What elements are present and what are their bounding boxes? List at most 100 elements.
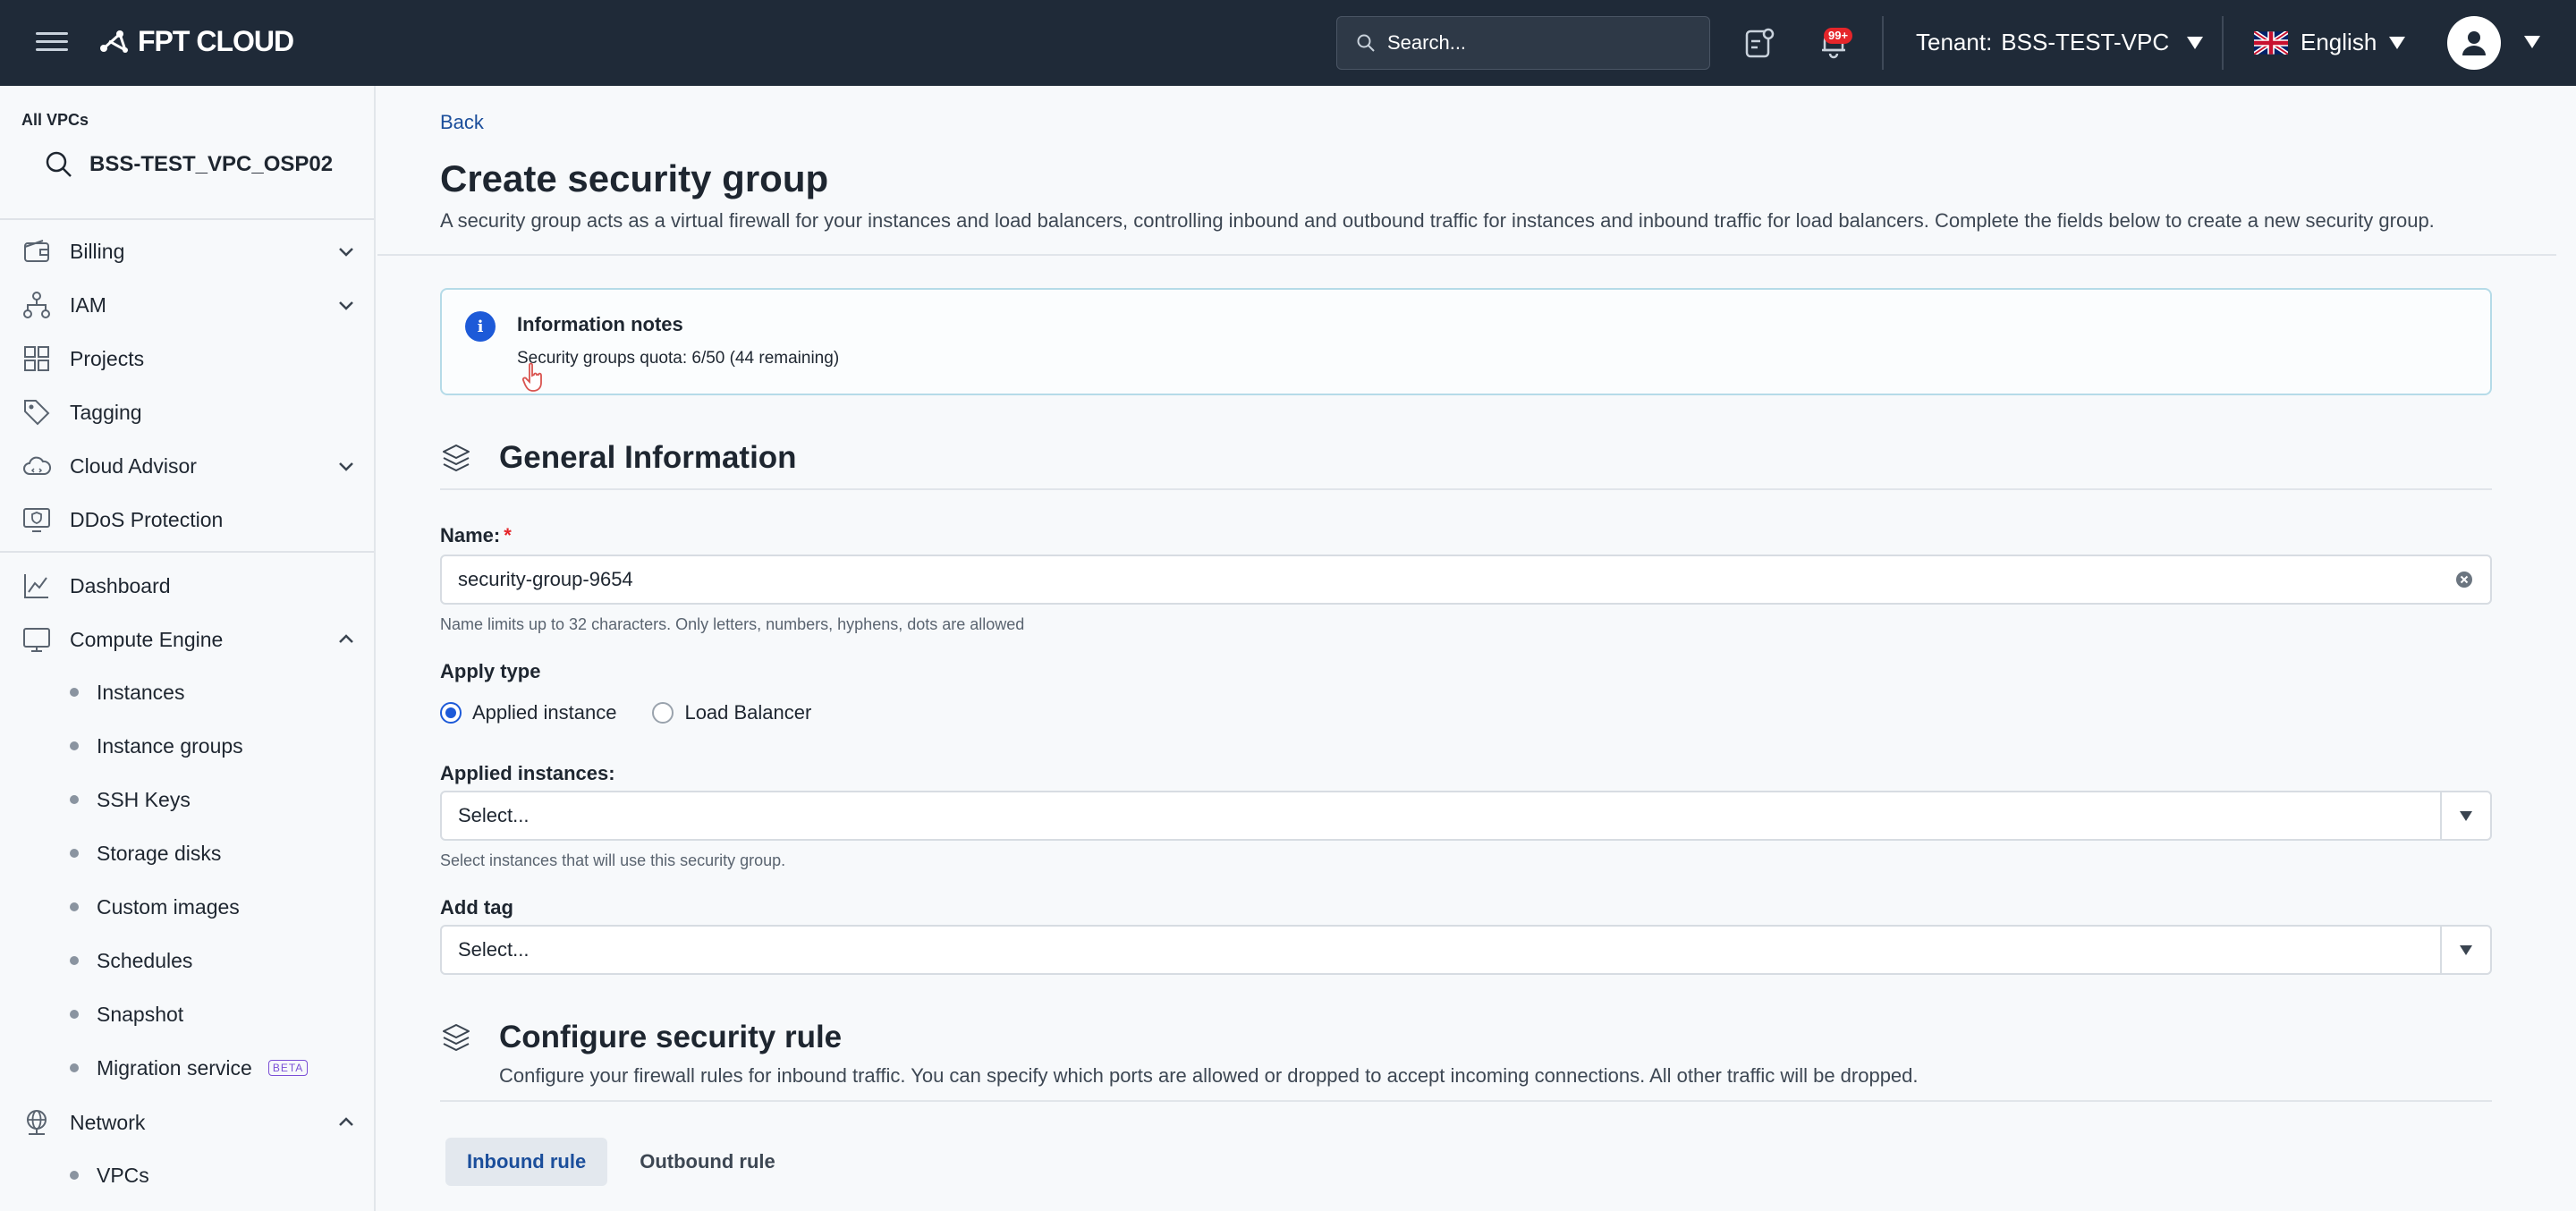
sidebar-subitem-migration-service[interactable]: Migration service BETA xyxy=(70,1048,309,1088)
dropdown-toggle[interactable] xyxy=(2440,792,2490,839)
sidebar-subitem-label: Custom images xyxy=(97,894,240,919)
radio-label: Load Balancer xyxy=(684,701,812,724)
applied-instances-hint: Select instances that will use this secu… xyxy=(440,851,786,869)
sidebar-item-network[interactable]: Network xyxy=(21,1100,356,1145)
notification-badge: 99+ xyxy=(1824,28,1853,44)
sidebar-item-dashboard[interactable]: Dashboard xyxy=(21,563,356,608)
sidebar-subitem-vpcs[interactable]: VPCs xyxy=(70,1156,149,1195)
vpc-name: BSS-TEST_VPC_OSP02 xyxy=(89,152,334,176)
sidebar-subitem-custom-images[interactable]: Custom images xyxy=(70,887,240,927)
sidebar-item-cloud-advisor[interactable]: Cloud Advisor xyxy=(21,444,356,488)
sidebar-item-billing[interactable]: Billing xyxy=(21,229,356,274)
quota-text: Security groups quota: 6/50 (44 remainin… xyxy=(517,349,840,368)
sidebar-item-ddos-protection[interactable]: DDoS Protection xyxy=(21,497,356,542)
grid-icon xyxy=(24,346,49,371)
sidebar-subitem-label: Snapshot xyxy=(97,1002,184,1026)
select-value: Select... xyxy=(458,804,530,826)
sidebar-subitem-label: Schedules xyxy=(97,948,193,972)
general-information-header: General Information xyxy=(440,440,797,476)
sidebar: All VPCs BSS-TEST_VPC_OSP02 Billing IAM … xyxy=(0,86,376,1211)
divider xyxy=(1882,16,1884,70)
bullet-dot xyxy=(70,688,79,697)
radio-button[interactable] xyxy=(652,702,674,724)
search-icon xyxy=(1357,34,1375,52)
sidebar-item-label: Billing xyxy=(70,239,125,263)
radio-button-selected[interactable] xyxy=(440,702,462,724)
info-title: Information notes xyxy=(517,313,683,335)
language-label: English xyxy=(2301,29,2377,55)
tenant-selector[interactable]: Tenant: BSS-TEST-VPC xyxy=(1916,29,2204,56)
sidebar-item-iam[interactable]: IAM xyxy=(21,283,356,327)
select-value: Select... xyxy=(458,938,530,961)
security-rule-description: Configure your firewall rules for inboun… xyxy=(499,1064,1919,1087)
wallet-icon xyxy=(24,240,49,262)
bullet-dot xyxy=(70,1171,79,1180)
information-notes-box: i Information notes Security groups quot… xyxy=(440,288,2492,395)
sidebar-subitem-schedules[interactable]: Schedules xyxy=(70,941,192,980)
tab-outbound-rule[interactable]: Outbound rule xyxy=(618,1138,797,1186)
language-selector[interactable]: English xyxy=(2254,29,2406,56)
sidebar-subitem-label: Instances xyxy=(97,680,185,704)
sidebar-item-label: Network xyxy=(70,1110,146,1134)
section-divider xyxy=(440,1100,2492,1102)
bullet-dot xyxy=(70,741,79,750)
sidebar-subitem-instance-groups[interactable]: Instance groups xyxy=(70,726,243,766)
clear-icon[interactable] xyxy=(2454,570,2474,589)
applied-instances-select[interactable]: Select... xyxy=(440,791,2492,841)
applied-instances-label: Applied instances: xyxy=(440,762,615,784)
top-navigation-bar: FPT CLOUD 99+ Tenant: BSS-TEST-VPC Engli… xyxy=(0,0,2576,86)
search-input[interactable] xyxy=(1387,31,1691,55)
vpc-selector[interactable]: BSS-TEST_VPC_OSP02 xyxy=(43,148,333,181)
logo-mark-icon xyxy=(100,30,128,53)
info-icon: i xyxy=(465,311,496,342)
bullet-dot xyxy=(70,902,79,911)
fpt-cloud-logo[interactable]: FPT CLOUD xyxy=(95,23,294,59)
caret-down-icon xyxy=(2460,810,2472,821)
brand-name: FPT CLOUD xyxy=(138,24,294,57)
sidebar-subitem-label: SSH Keys xyxy=(97,787,191,811)
sidebar-subitem-instances[interactable]: Instances xyxy=(70,673,184,712)
sidebar-subitem-snapshot[interactable]: Snapshot xyxy=(70,995,183,1034)
chevron-up-icon xyxy=(339,1117,353,1126)
tag-icon xyxy=(24,400,50,426)
user-avatar[interactable] xyxy=(2447,16,2501,70)
clipboard-settings-icon[interactable] xyxy=(1741,25,1776,61)
name-field[interactable] xyxy=(440,555,2492,605)
search-icon xyxy=(46,151,72,177)
layers-icon xyxy=(443,445,470,471)
hamburger-menu-icon[interactable] xyxy=(36,27,68,59)
tenant-label: Tenant: xyxy=(1916,29,1993,55)
account-caret-down-icon[interactable] xyxy=(2524,36,2540,48)
back-link[interactable]: Back xyxy=(440,111,484,134)
sidebar-item-projects[interactable]: Projects xyxy=(21,336,356,381)
sidebar-item-label: Cloud Advisor xyxy=(70,453,197,478)
radio-label: Applied instance xyxy=(472,701,617,724)
section-divider xyxy=(440,488,2492,490)
uk-flag-icon xyxy=(2254,30,2288,55)
sidebar-item-tagging[interactable]: Tagging xyxy=(21,390,356,435)
sidebar-item-label: Tagging xyxy=(70,400,142,424)
name-hint: Name limits up to 32 characters. Only le… xyxy=(440,615,1025,633)
required-mark: * xyxy=(504,524,512,546)
chevron-down-icon xyxy=(339,248,353,257)
radio-applied-instance[interactable]: Applied instance xyxy=(440,701,616,724)
configure-security-rule-header: Configure security rule xyxy=(440,1020,842,1055)
sidebar-subitem-label: VPCs xyxy=(97,1163,149,1187)
chevron-down-icon xyxy=(339,301,353,310)
sidebar-divider xyxy=(0,218,374,220)
sidebar-item-label: Projects xyxy=(70,346,145,370)
sidebar-subitem-ssh-keys[interactable]: SSH Keys xyxy=(70,780,191,819)
all-vpcs-link[interactable]: All VPCs xyxy=(21,111,89,130)
sidebar-subitem-storage-disks[interactable]: Storage disks xyxy=(70,834,221,873)
dropdown-toggle[interactable] xyxy=(2440,927,2490,973)
global-search[interactable] xyxy=(1336,16,1710,70)
tab-inbound-rule[interactable]: Inbound rule xyxy=(445,1138,608,1186)
caret-down-icon xyxy=(2460,944,2472,955)
add-tag-select[interactable]: Select... xyxy=(440,925,2492,975)
name-input[interactable] xyxy=(458,568,2454,591)
radio-load-balancer[interactable]: Load Balancer xyxy=(652,701,811,724)
caret-down-icon xyxy=(2187,36,2204,49)
mouse-pointer-hand-icon xyxy=(521,362,542,392)
main-content: Back Create security group A security gr… xyxy=(377,86,2576,1211)
sidebar-item-compute-engine[interactable]: Compute Engine xyxy=(21,617,356,662)
